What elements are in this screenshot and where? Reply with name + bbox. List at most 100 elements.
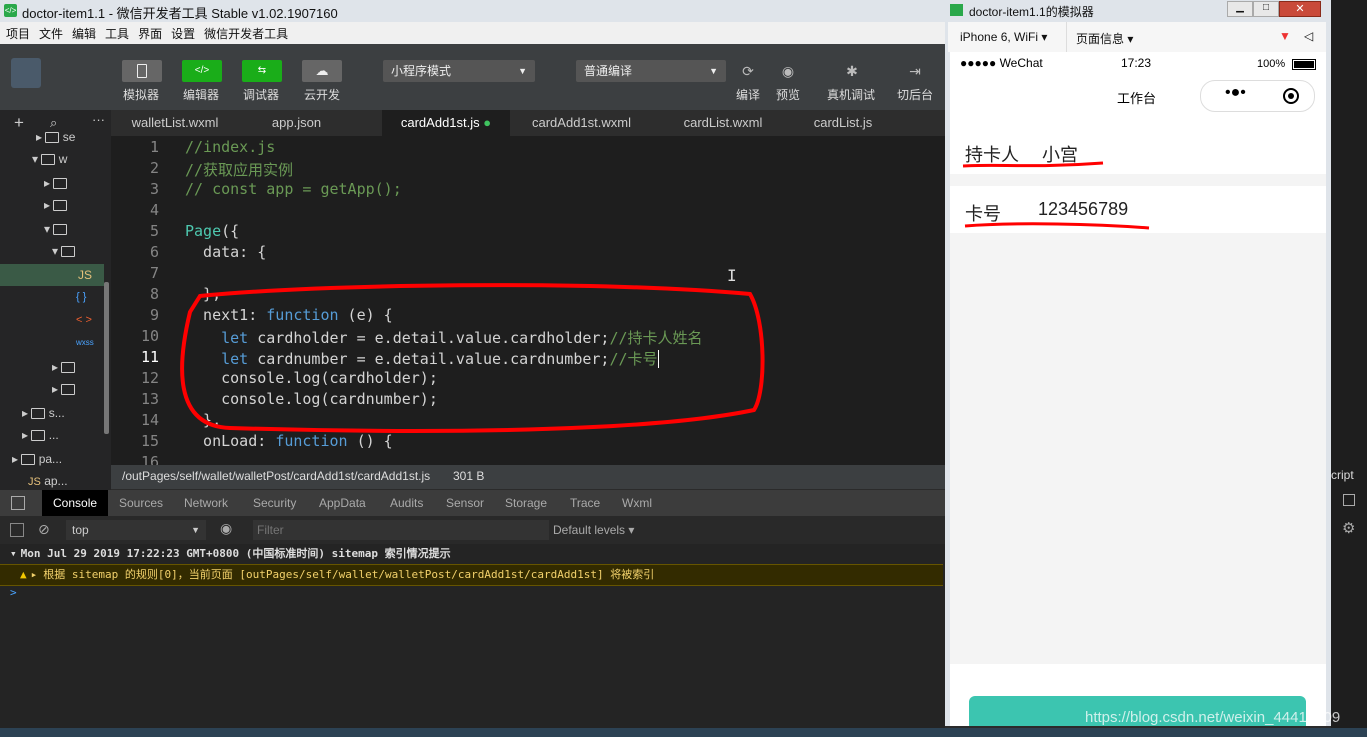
page-info-select[interactable]: 页面信息 ▾	[1076, 30, 1133, 47]
gear-icon[interactable]: ⚙	[1342, 519, 1355, 537]
warning-row[interactable]: ▲ ▸ 根据 sitemap 的规则[0]，当前页面 [outPages/self/…	[0, 564, 943, 586]
tab-sources[interactable]: Sources	[119, 490, 163, 516]
more-icon[interactable]: •●•	[1225, 84, 1246, 102]
tree-item[interactable]: ▸ s...	[22, 402, 65, 424]
menu-view[interactable]: 界面	[132, 22, 165, 42]
tab-wxml[interactable]: Wxml	[622, 490, 652, 516]
menu-settings[interactable]: 设置	[165, 22, 198, 42]
pin-icon[interactable]: ▼	[1279, 29, 1291, 43]
cloud-icon: ☁	[315, 63, 329, 78]
eye-icon[interactable]: ◉	[220, 520, 232, 537]
battery-icon	[1292, 59, 1316, 70]
menu-wechat-devtools[interactable]: 微信开发者工具	[198, 22, 291, 42]
folder-open-icon	[61, 246, 76, 258]
tree-item[interactable]: JS ap...	[28, 470, 68, 492]
clear-icon[interactable]: ⊘	[38, 521, 50, 538]
line-number: 12	[140, 369, 159, 387]
dock-icon[interactable]	[1343, 494, 1355, 506]
line-number: 14	[140, 411, 159, 429]
tab-network[interactable]: Network	[184, 490, 228, 516]
status-right-text: cript	[1331, 468, 1354, 482]
tree-item[interactable]: ▾	[52, 240, 76, 262]
menu-bar: 项目 文件 编辑 工具 界面 设置 微信开发者工具	[0, 22, 945, 44]
refresh-icon[interactable]: ⟳	[735, 60, 761, 82]
clock: 17:23	[1121, 56, 1152, 70]
tab-cardadd1st-js[interactable]: cardAdd1st.js ●	[382, 110, 510, 136]
tab-cardlist-wxml[interactable]: cardList.wxml	[653, 110, 793, 136]
wxss-file-icon[interactable]: wxss	[76, 332, 94, 354]
background-icon[interactable]: ⇥	[902, 60, 928, 82]
code-line: // const app = getApp();	[185, 180, 402, 198]
filter-input[interactable]	[253, 520, 549, 540]
close-button[interactable]: ✕	[1279, 1, 1321, 17]
remote-debug-label: 真机调试	[827, 88, 876, 102]
simulator-button[interactable]	[122, 60, 162, 82]
tree-item[interactable]: ▾	[44, 218, 68, 240]
tab-walletlist-wxml[interactable]: walletList.wxml	[111, 110, 239, 136]
menu-project[interactable]: 项目	[0, 22, 33, 42]
cloud-button[interactable]: ☁	[302, 60, 342, 82]
line-number: 1	[149, 138, 159, 156]
simulator-title-bar: doctor-item1.1的模拟器 ▁ □ ✕	[945, 0, 1331, 20]
tab-console[interactable]: Console	[42, 490, 109, 516]
sidebar-toggle-icon[interactable]	[10, 523, 24, 537]
tree-item[interactable]: ▸	[44, 194, 68, 216]
debugger-button[interactable]: ⇆	[242, 60, 282, 82]
debug-icon: ⇆	[257, 65, 267, 76]
tree-item[interactable]: ▸ pa...	[12, 448, 62, 470]
code-icon: </>	[4, 4, 17, 17]
console-toolbar: ⊘ top▼ ◉ Default levels ▾	[0, 516, 945, 544]
simulator-window: doctor-item1.1的模拟器 ▁ □ ✕ iPhone 6, WiFi …	[945, 0, 1331, 726]
tree-item[interactable]: ▸	[44, 172, 68, 194]
tree-item[interactable]: ▾ w	[32, 148, 67, 170]
levels-select[interactable]: Default levels ▾	[553, 523, 634, 537]
more-icon[interactable]: ···	[92, 107, 105, 133]
chevron-down-icon: ▼	[518, 66, 527, 76]
tree-item[interactable]: ▸	[52, 356, 76, 378]
tab-appdata[interactable]: AppData	[319, 490, 366, 516]
minimize-button[interactable]: ▁	[1227, 1, 1253, 17]
console-prompt[interactable]: >	[10, 586, 17, 599]
eye-icon[interactable]: ◉	[775, 60, 801, 82]
tree-item[interactable]: ▸ ...	[22, 424, 59, 446]
line-number: 15	[140, 432, 159, 450]
sidebar-scrollbar[interactable]	[104, 282, 109, 434]
menu-tools[interactable]: 工具	[99, 22, 132, 42]
editor-button[interactable]: </>	[182, 60, 222, 82]
folder-icon	[61, 384, 76, 396]
context-select[interactable]: top ▼	[66, 520, 206, 540]
tree-item[interactable]: ▸	[52, 378, 76, 400]
log-group[interactable]: ▾ Mon Jul 29 2019 17:22:23 GMT+0800 (中国标准…	[0, 544, 943, 564]
close-circle-icon[interactable]	[1283, 88, 1299, 104]
tree-item-selected[interactable]: JS	[0, 264, 104, 286]
tab-audits[interactable]: Audits	[390, 490, 423, 516]
unsaved-dot-icon: ●	[483, 115, 492, 130]
tab-cardlist-js[interactable]: cardList.js	[793, 110, 893, 136]
sound-icon[interactable]: ◁	[1304, 29, 1313, 43]
maximize-button[interactable]: □	[1253, 1, 1279, 17]
bug-icon[interactable]: ✱	[839, 60, 865, 82]
line-number: 3	[149, 180, 159, 198]
add-icon[interactable]: +	[14, 110, 24, 136]
mode-select[interactable]: 小程序模式 ▼	[383, 60, 535, 82]
menu-file[interactable]: 文件	[33, 22, 66, 42]
folder-icon	[53, 200, 68, 212]
device-select[interactable]: iPhone 6, WiFi ▾	[960, 30, 1047, 44]
wxml-file-icon[interactable]: < >	[76, 309, 92, 331]
watermark: https://blog.csdn.net/weixin_44415209	[1085, 709, 1341, 726]
compile-label: 编译	[736, 88, 761, 102]
inspect-icon[interactable]	[11, 496, 25, 510]
capsule-menu[interactable]: •●•	[1200, 80, 1315, 112]
tree-item[interactable]: ▸ se	[36, 126, 75, 148]
avatar[interactable]	[11, 58, 41, 88]
tab-storage[interactable]: Storage	[505, 490, 547, 516]
tab-cardadd1st-wxml[interactable]: cardAdd1st.wxml	[510, 110, 653, 136]
compile-mode-select[interactable]: 普通编译 ▼	[576, 60, 726, 82]
tab-sensor[interactable]: Sensor	[446, 490, 484, 516]
js-file-icon: JS	[78, 268, 93, 282]
menu-edit[interactable]: 编辑	[66, 22, 99, 42]
tab-security[interactable]: Security	[253, 490, 296, 516]
tab-trace[interactable]: Trace	[570, 490, 600, 516]
tab-app-json[interactable]: app.json	[239, 110, 354, 136]
json-file-icon[interactable]: { }	[76, 286, 86, 308]
